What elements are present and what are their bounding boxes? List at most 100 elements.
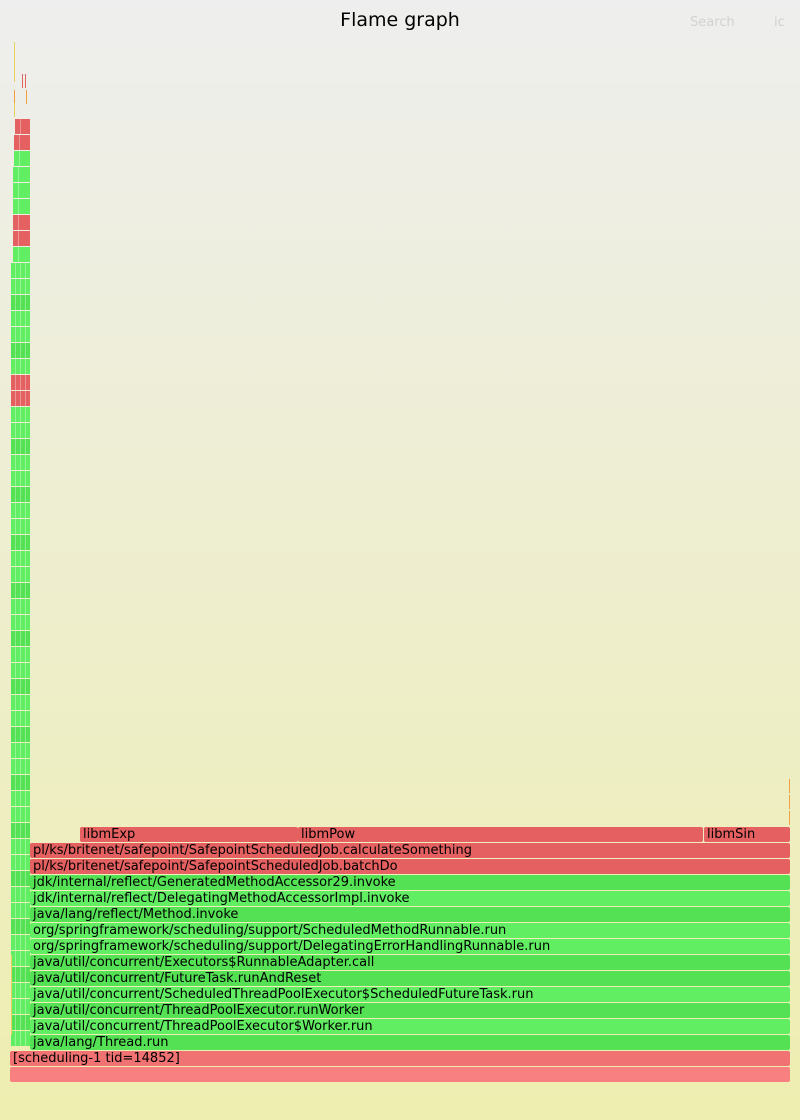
narrow-frame-gap[interactable] [20, 1015, 21, 1030]
narrow-frame-gap[interactable] [25, 775, 26, 790]
narrow-frame-gap[interactable] [25, 471, 26, 486]
narrow-frame-gap[interactable] [15, 327, 16, 342]
narrow-frame-gap[interactable] [15, 967, 16, 982]
narrow-frame-gap[interactable] [20, 727, 21, 742]
narrow-frame-gap[interactable] [19, 151, 20, 166]
narrow-frame-gap[interactable] [15, 711, 16, 726]
narrow-frame-gap[interactable] [25, 343, 26, 358]
narrow-frame-gap[interactable] [20, 791, 21, 806]
narrow-frame-gap[interactable] [15, 359, 16, 374]
narrow-frame-gap[interactable] [15, 471, 16, 486]
tick-frame[interactable] [22, 74, 23, 88]
narrow-frame-gap[interactable] [15, 535, 16, 550]
narrow-frame-gap[interactable] [25, 727, 26, 742]
narrow-frame-gap[interactable] [20, 935, 21, 950]
narrow-frame-gap[interactable] [20, 647, 21, 662]
narrow-frame-gap[interactable] [15, 663, 16, 678]
narrow-frame-gap[interactable] [15, 823, 16, 838]
narrow-frame[interactable] [15, 119, 30, 134]
narrow-frame-gap[interactable] [20, 407, 21, 422]
narrow-frame-gap[interactable] [15, 999, 16, 1014]
tick-frame[interactable] [14, 90, 15, 104]
narrow-frame-gap[interactable] [15, 695, 16, 710]
narrow-frame-gap[interactable] [20, 775, 21, 790]
narrow-frame[interactable] [13, 167, 30, 182]
narrow-frame-gap[interactable] [25, 999, 26, 1014]
narrow-frame-gap[interactable] [20, 823, 21, 838]
narrow-frame-gap[interactable] [25, 631, 26, 646]
narrow-frame-gap[interactable] [20, 263, 21, 278]
narrow-frame-gap[interactable] [20, 503, 21, 518]
narrow-frame-gap[interactable] [20, 439, 21, 454]
narrow-frame-gap[interactable] [20, 743, 21, 758]
narrow-frame-gap[interactable] [15, 407, 16, 422]
narrow-frame-gap[interactable] [20, 951, 21, 966]
narrow-frame-gap[interactable] [25, 839, 26, 854]
narrow-frame-gap[interactable] [20, 583, 21, 598]
narrow-frame-gap[interactable] [15, 1015, 16, 1030]
narrow-frame-gap[interactable] [15, 759, 16, 774]
narrow-frame-gap[interactable] [25, 791, 26, 806]
narrow-frame-gap[interactable] [15, 455, 16, 470]
narrow-frame-gap[interactable] [25, 871, 26, 886]
narrow-frame-gap[interactable] [25, 759, 26, 774]
frame-generated-method-accessor[interactable]: jdk/internal/reflect/GeneratedMethodAcce… [30, 875, 790, 890]
narrow-frame-gap[interactable] [15, 727, 16, 742]
narrow-frame-gap[interactable] [25, 1031, 26, 1046]
narrow-frame-gap[interactable] [15, 519, 16, 534]
narrow-frame-gap[interactable] [15, 343, 16, 358]
frame-delegating-error-handling-runnable[interactable]: org/springframework/scheduling/support/D… [30, 939, 790, 954]
frame-libm-pow[interactable]: libmPow [298, 827, 703, 842]
frame-calculate-something[interactable]: pl/ks/britenet/safepoint/SafepointSchedu… [30, 843, 790, 858]
narrow-frame[interactable] [13, 231, 30, 246]
narrow-frame-gap[interactable] [20, 599, 21, 614]
narrow-frame-gap[interactable] [25, 583, 26, 598]
narrow-frame-gap[interactable] [15, 1031, 16, 1046]
narrow-frame-gap[interactable] [20, 711, 21, 726]
narrow-frame[interactable] [13, 247, 30, 262]
narrow-frame[interactable] [14, 135, 30, 150]
narrow-frame-gap[interactable] [25, 487, 26, 502]
narrow-frame-gap[interactable] [15, 551, 16, 566]
narrow-frame-gap[interactable] [20, 695, 21, 710]
narrow-frame-gap[interactable] [20, 663, 21, 678]
narrow-frame-gap[interactable] [18, 167, 19, 182]
narrow-frame-gap[interactable] [25, 359, 26, 374]
narrow-frame-gap[interactable] [20, 807, 21, 822]
narrow-frame-gap[interactable] [20, 295, 21, 310]
narrow-frame[interactable] [14, 151, 30, 166]
narrow-frame-gap[interactable] [15, 951, 16, 966]
narrow-frame-gap[interactable] [25, 679, 26, 694]
narrow-frame-gap[interactable] [20, 455, 21, 470]
tick-frame[interactable] [789, 795, 790, 809]
narrow-frame-gap[interactable] [15, 599, 16, 614]
narrow-frame-gap[interactable] [15, 887, 16, 902]
narrow-frame-gap[interactable] [20, 535, 21, 550]
narrow-frame-gap[interactable] [15, 647, 16, 662]
narrow-frame-gap[interactable] [25, 279, 26, 294]
narrow-frame-gap[interactable] [20, 919, 21, 934]
narrow-frame-gap[interactable] [25, 455, 26, 470]
narrow-frame-gap[interactable] [20, 487, 21, 502]
frame-scheduled-method-runnable[interactable]: org/springframework/scheduling/support/S… [30, 923, 790, 938]
narrow-frame-gap[interactable] [25, 327, 26, 342]
narrow-frame-gap[interactable] [20, 871, 21, 886]
frame-run-worker[interactable]: java/util/concurrent/ThreadPoolExecutor.… [30, 1003, 790, 1018]
narrow-frame-gap[interactable] [15, 743, 16, 758]
narrow-frame-gap[interactable] [18, 183, 19, 198]
tick-frame[interactable] [26, 90, 27, 104]
narrow-frame-gap[interactable] [15, 615, 16, 630]
narrow-frame-gap[interactable] [20, 839, 21, 854]
narrow-frame-gap[interactable] [25, 551, 26, 566]
narrow-frame-gap[interactable] [25, 823, 26, 838]
narrow-frame-gap[interactable] [25, 711, 26, 726]
narrow-frame-gap[interactable] [25, 1015, 26, 1030]
narrow-frame-gap[interactable] [20, 311, 21, 326]
narrow-frame-gap[interactable] [15, 679, 16, 694]
narrow-frame-gap[interactable] [15, 791, 16, 806]
narrow-frame-gap[interactable] [20, 615, 21, 630]
narrow-frame-gap[interactable] [20, 519, 21, 534]
frame-method-invoke[interactable]: java/lang/reflect/Method.invoke [30, 907, 790, 922]
frame-runnable-adapter-call[interactable]: java/util/concurrent/Executors$RunnableA… [30, 955, 790, 970]
narrow-frame-gap[interactable] [18, 231, 19, 246]
